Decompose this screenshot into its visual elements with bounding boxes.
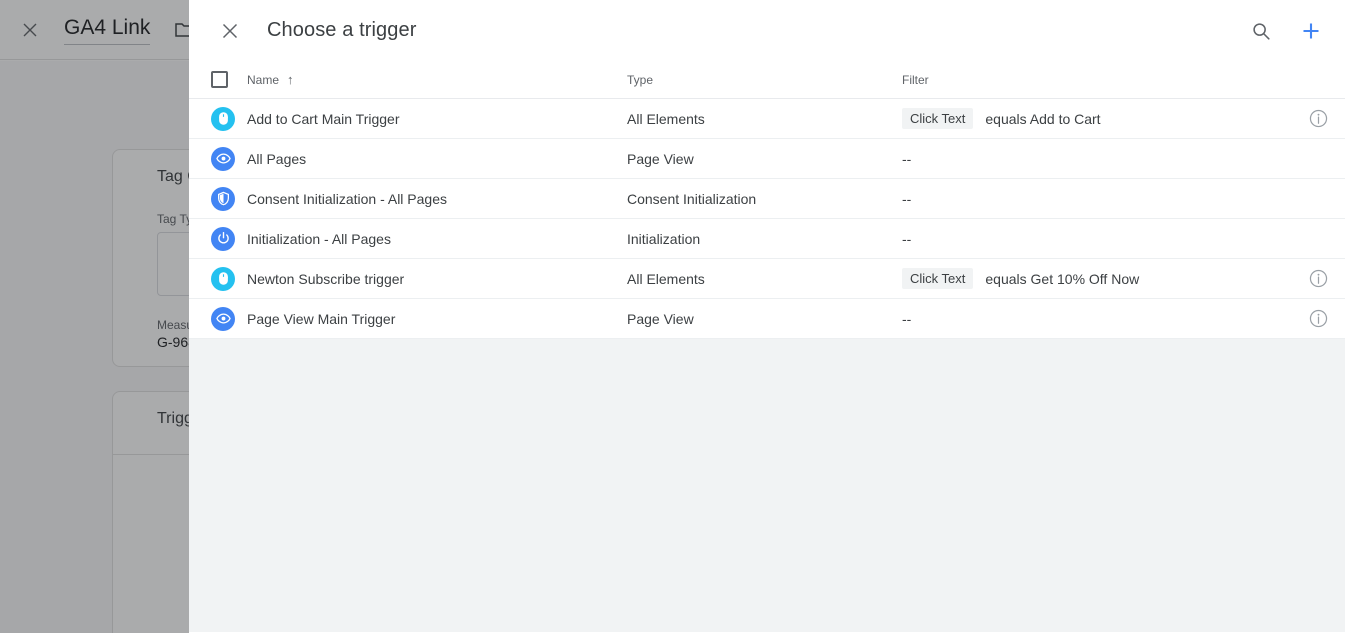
trigger-filter-cell: -- — [902, 151, 1291, 167]
dialog-header: Choose a trigger — [189, 0, 1345, 61]
table-row[interactable]: Newton Subscribe trigger All Elements Cl… — [189, 259, 1345, 299]
trigger-filter-cell: Click Text equals Get 10% Off Now — [902, 268, 1291, 289]
table-row[interactable]: Initialization - All Pages Initializatio… — [189, 219, 1345, 259]
filter-condition: -- — [902, 231, 911, 247]
column-header-name[interactable]: Name ↑ — [247, 73, 627, 87]
empty-table-area — [189, 339, 1345, 632]
trigger-filter-cell: -- — [902, 311, 1291, 327]
row-icon-cell — [211, 227, 247, 251]
trigger-name: All Pages — [247, 151, 627, 167]
eye-icon — [211, 147, 235, 171]
row-info-cell — [1291, 108, 1345, 130]
trigger-filter-cell: -- — [902, 191, 1291, 207]
table-row[interactable]: Consent Initialization - All Pages Conse… — [189, 179, 1345, 219]
trigger-type: All Elements — [627, 271, 902, 287]
trigger-name: Add to Cart Main Trigger — [247, 111, 627, 127]
row-icon-cell — [211, 187, 247, 211]
add-icon[interactable] — [1291, 11, 1331, 51]
row-icon-cell — [211, 307, 247, 331]
column-header-name-label: Name — [247, 73, 279, 87]
table-header-row: Name ↑ Type Filter — [189, 61, 1345, 99]
filter-condition: -- — [902, 191, 911, 207]
info-icon[interactable] — [1307, 268, 1329, 290]
trigger-filter-cell: Click Text equals Add to Cart — [902, 108, 1291, 129]
table-row[interactable]: Page View Main Trigger Page View -- — [189, 299, 1345, 339]
filter-condition: -- — [902, 311, 911, 327]
table-row[interactable]: Add to Cart Main Trigger All Elements Cl… — [189, 99, 1345, 139]
trigger-name: Consent Initialization - All Pages — [247, 191, 627, 207]
trigger-name: Newton Subscribe trigger — [247, 271, 627, 287]
trigger-type: Consent Initialization — [627, 191, 902, 207]
click-mouse-icon — [211, 267, 235, 291]
select-all-cell — [211, 71, 247, 88]
row-icon-cell — [211, 267, 247, 291]
eye-icon — [211, 307, 235, 331]
info-icon[interactable] — [1307, 108, 1329, 130]
column-header-type[interactable]: Type — [627, 73, 902, 87]
screen: GA4 Link Tag Configuration Tag Type Meas… — [0, 0, 1345, 633]
trigger-type: Page View — [627, 151, 902, 167]
column-header-filter[interactable]: Filter — [902, 73, 929, 87]
shield-icon — [211, 187, 235, 211]
row-info-cell — [1291, 268, 1345, 290]
dialog-title: Choose a trigger — [267, 19, 416, 42]
table-row[interactable]: All Pages Page View -- — [189, 139, 1345, 179]
filter-condition: -- — [902, 151, 911, 167]
power-icon — [211, 227, 235, 251]
select-all-checkbox[interactable] — [211, 71, 228, 88]
column-header-filter-cell: Filter — [902, 73, 1291, 87]
trigger-type: Initialization — [627, 231, 902, 247]
row-icon-cell — [211, 107, 247, 131]
filter-condition: equals Add to Cart — [985, 111, 1100, 127]
choose-a-trigger-dialog: Choose a trigger Name — [189, 0, 1345, 633]
trigger-name: Page View Main Trigger — [247, 311, 627, 327]
click-mouse-icon — [211, 107, 235, 131]
filter-chip: Click Text — [902, 268, 973, 289]
row-icon-cell — [211, 147, 247, 171]
info-icon[interactable] — [1307, 308, 1329, 330]
search-icon[interactable] — [1241, 11, 1281, 51]
close-icon[interactable] — [211, 12, 249, 50]
filter-condition: equals Get 10% Off Now — [985, 271, 1139, 287]
sort-ascending-icon: ↑ — [287, 73, 294, 86]
trigger-type: All Elements — [627, 111, 902, 127]
trigger-type: Page View — [627, 311, 902, 327]
filter-chip: Click Text — [902, 108, 973, 129]
row-info-cell — [1291, 308, 1345, 330]
trigger-table: Name ↑ Type Filter — [189, 61, 1345, 632]
trigger-name: Initialization - All Pages — [247, 231, 627, 247]
trigger-filter-cell: -- — [902, 231, 1291, 247]
